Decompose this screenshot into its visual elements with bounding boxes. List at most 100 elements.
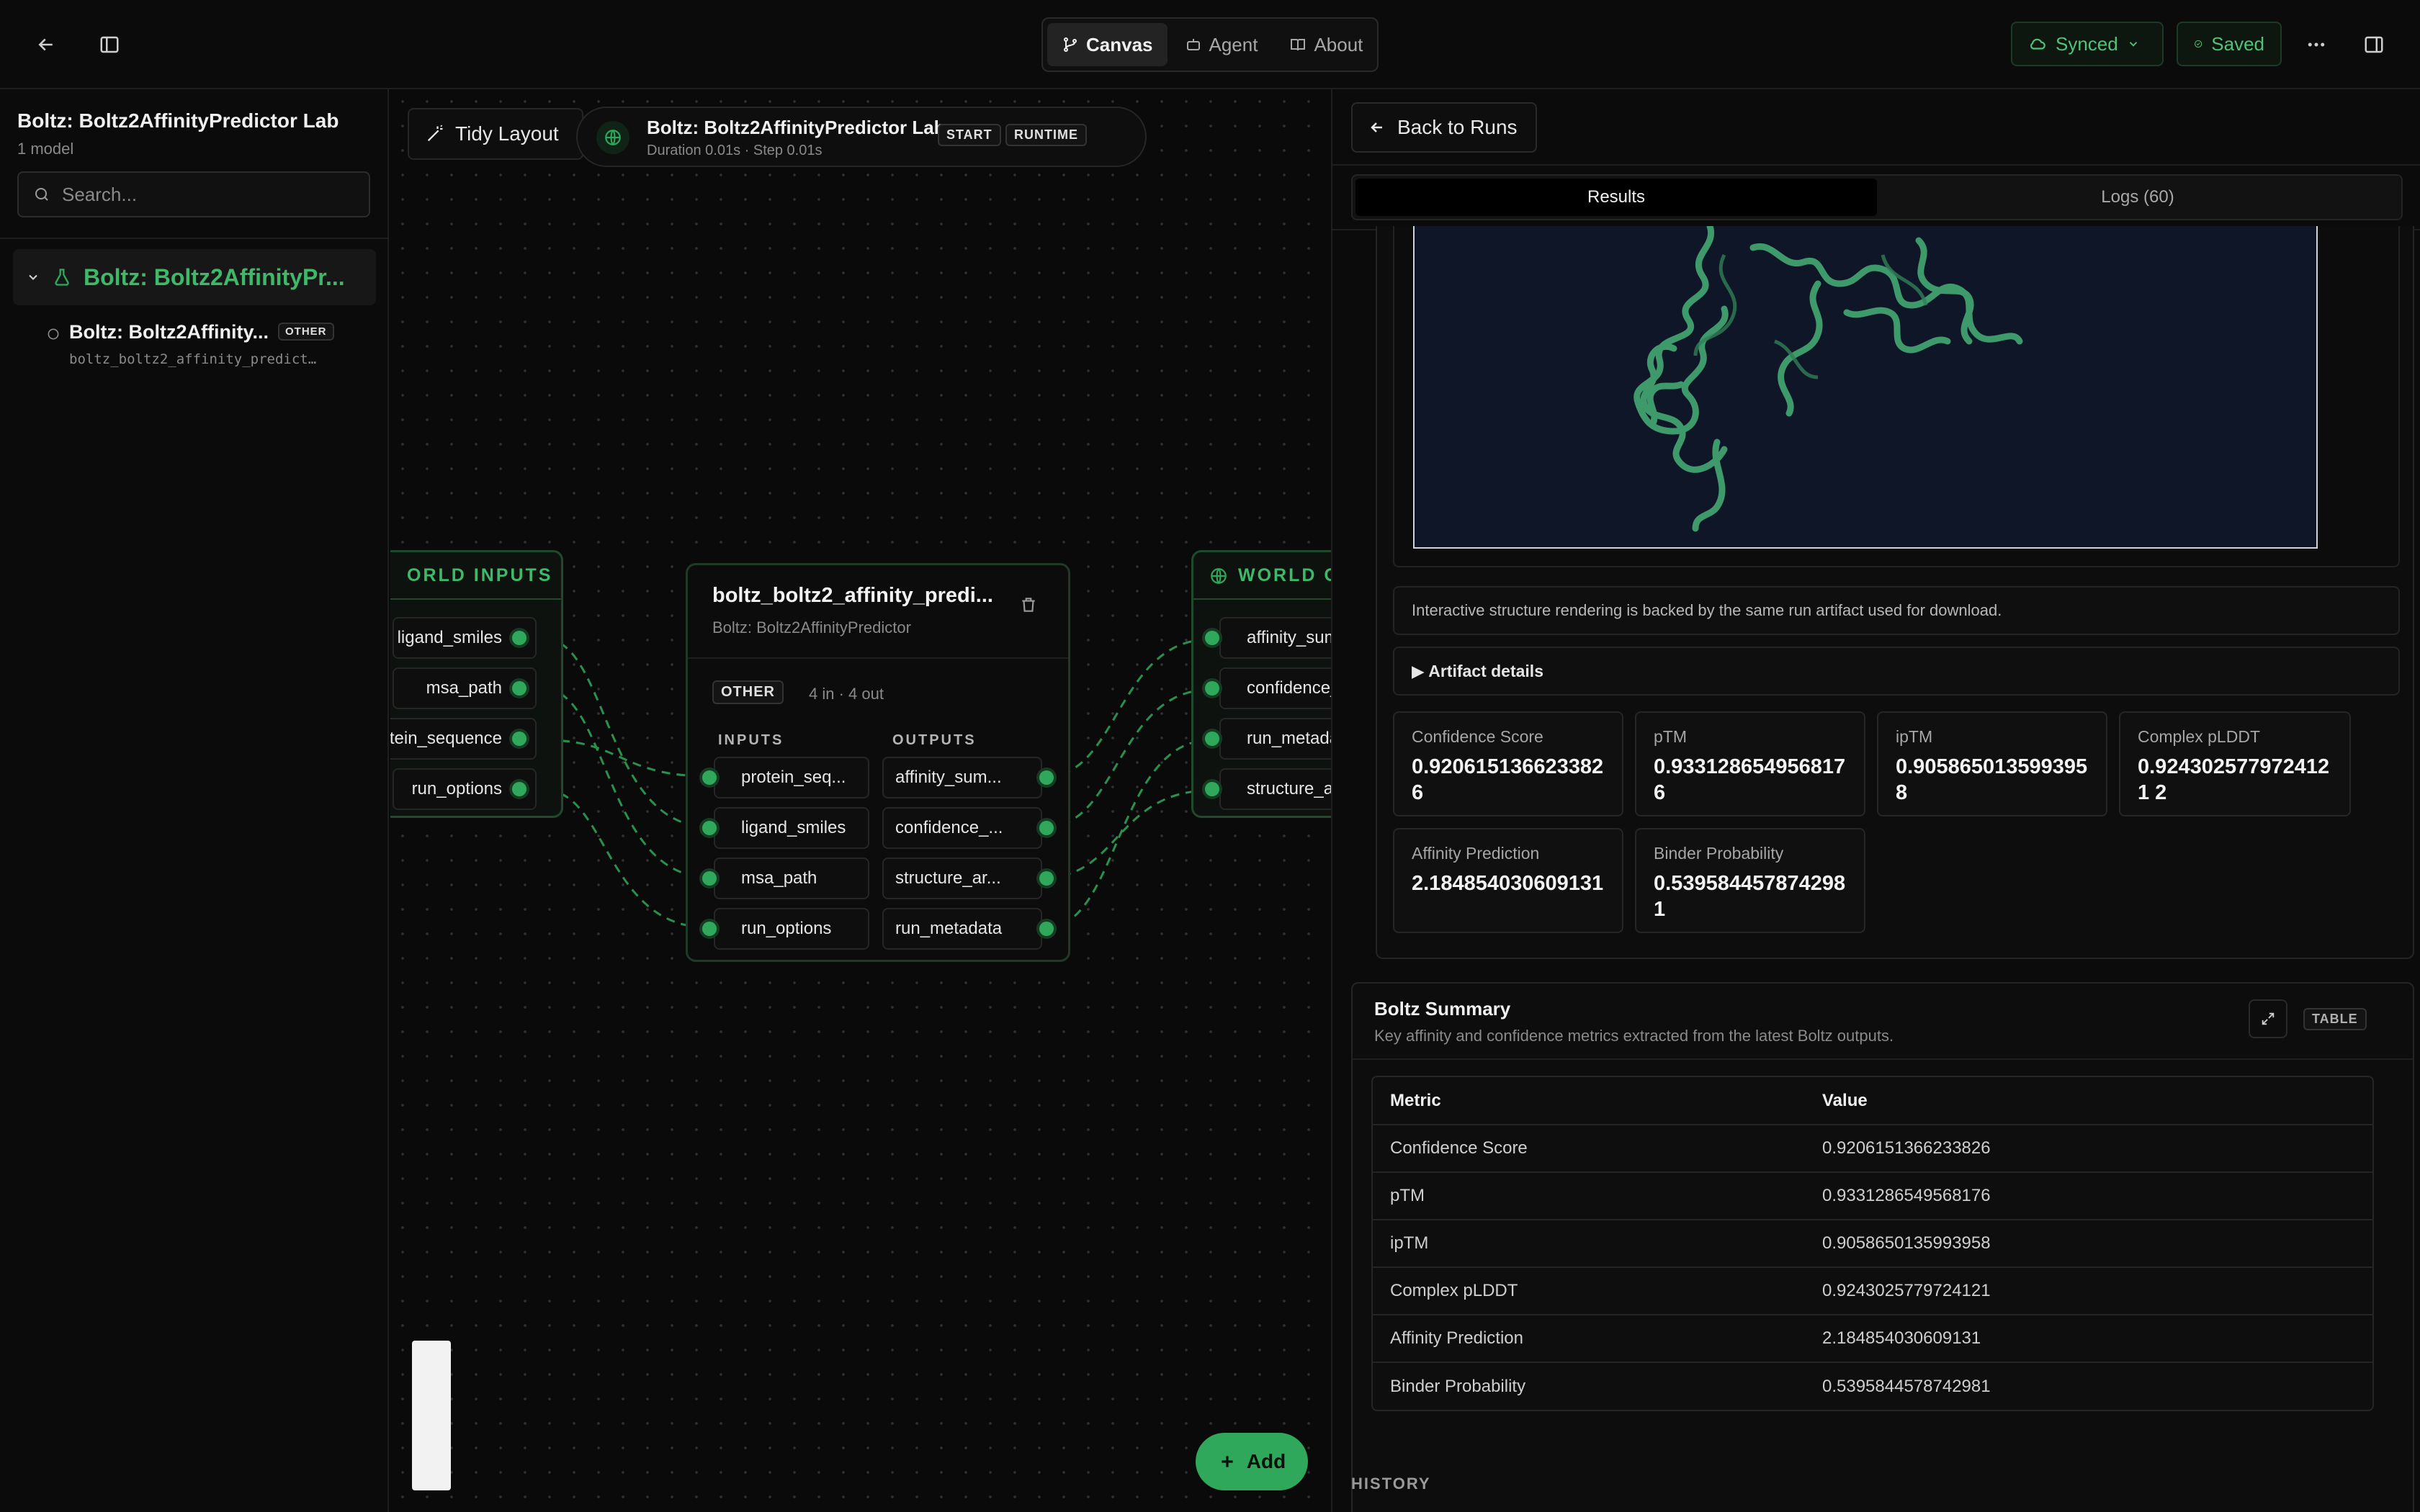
workflow-canvas[interactable]: Tidy Layout Boltz: Boltz2AffinityPredict… <box>390 89 1331 1512</box>
model-output-port[interactable]: structure_ar... <box>882 858 1042 899</box>
add-node-button[interactable]: Add <box>1196 1433 1308 1490</box>
model-input-port[interactable]: protein_seq... <box>714 757 869 798</box>
metric-value: 0.9331286549568176 <box>1654 755 1846 804</box>
tab-about-label: About <box>1314 33 1363 55</box>
model-input-port[interactable]: ligand_smiles <box>714 807 869 849</box>
metric-cell: Binder Probability <box>1373 1362 1805 1410</box>
artifact-details-toggle[interactable]: ▶ Artifact details <box>1393 647 2400 696</box>
tab-canvas[interactable]: Canvas <box>1047 23 1168 66</box>
world-inputs-node[interactable]: ORLD INPUTS ligand_smiles msa_path otein… <box>390 550 563 818</box>
add-node-label: Add <box>1246 1450 1286 1472</box>
toggle-right-panel-button[interactable] <box>2352 23 2396 66</box>
chevron-down-icon <box>29 274 37 280</box>
model-input-port[interactable]: run_options <box>714 908 869 950</box>
world-output-port[interactable]: structure_a <box>1219 768 1331 810</box>
port-handle[interactable] <box>512 732 526 746</box>
port-handle[interactable] <box>702 871 717 886</box>
port-handle[interactable] <box>1205 732 1219 746</box>
sidebar-title: Boltz: Boltz2AffinityPredictor Lab <box>17 109 339 132</box>
summary-subtitle: Key affinity and confidence metrics extr… <box>1374 1027 1894 1045</box>
port-handle[interactable] <box>512 681 526 696</box>
port-handle[interactable] <box>1039 821 1054 835</box>
back-arrow-button[interactable] <box>24 23 68 66</box>
sidebar-divider <box>0 238 389 239</box>
structure-viewer[interactable] <box>1413 222 2318 549</box>
tidy-layout-button[interactable]: Tidy Layout <box>408 108 583 160</box>
run-runtime-badge: RUNTIME <box>1005 124 1087 146</box>
table-header-row: Metric Value <box>1373 1077 2372 1125</box>
port-label: ligand_smiles <box>397 628 502 647</box>
sync-status-dropdown[interactable]: Synced <box>2011 22 2164 66</box>
arrow-left-icon <box>38 38 53 51</box>
panel-divider <box>1332 164 2420 166</box>
plus-icon <box>1222 1456 1233 1467</box>
metric-cell: ipTM <box>1373 1219 1805 1267</box>
value-cell: 0.9331286549568176 <box>1805 1171 2372 1220</box>
summary-type-badge: TABLE <box>2303 1008 2367 1030</box>
back-to-runs-button[interactable]: Back to Runs <box>1351 102 1537 153</box>
more-menu-button[interactable] <box>2295 23 2338 66</box>
saved-status-button[interactable]: Saved <box>2177 22 2282 66</box>
tab-about[interactable]: About <box>1275 23 1377 66</box>
port-label: msa_path <box>426 678 502 698</box>
column-header: Value <box>1822 1090 1868 1110</box>
search-input[interactable] <box>62 183 350 206</box>
tab-canvas-label: Canvas <box>1086 33 1153 55</box>
model-output-port[interactable]: affinity_sum... <box>882 757 1042 798</box>
inputs-section-label: INPUTS <box>718 732 784 748</box>
port-handle[interactable] <box>1205 681 1219 696</box>
model-group[interactable]: Boltz: Boltz2AffinityPr... <box>13 249 376 305</box>
model-list-item[interactable]: Boltz: Boltz2Affinity... OTHER boltz_bol… <box>43 317 375 374</box>
port-handle[interactable] <box>512 631 526 645</box>
port-handle[interactable] <box>1039 770 1054 785</box>
port-handle[interactable] <box>1205 631 1219 645</box>
canvas-controls[interactable] <box>412 1341 451 1490</box>
port-handle[interactable] <box>702 922 717 936</box>
world-output-port[interactable]: confidence_ <box>1219 667 1331 709</box>
check-circle-icon <box>2195 40 2202 48</box>
trash-icon[interactable] <box>1019 595 1038 614</box>
metric-value: 2.184854030609131 <box>1412 872 1604 895</box>
port-label: run_metada <box>1247 729 1331 748</box>
sidebar-search <box>17 171 370 217</box>
port-handle[interactable] <box>1039 922 1054 936</box>
value-cell: 0.5395844578742981 <box>1805 1362 2372 1410</box>
viewer-note: Interactive structure rendering is backe… <box>1393 586 2400 635</box>
value-cell: 0.9058650135993958 <box>1805 1219 2372 1267</box>
port-handle[interactable] <box>702 770 717 785</box>
edge-structure <box>1047 789 1211 878</box>
toggle-sidebar-button[interactable] <box>88 23 131 66</box>
more-horizontal-icon <box>2308 42 2325 47</box>
port-handle[interactable] <box>512 782 526 796</box>
sidebar-icon <box>100 36 119 53</box>
table-row: ipTM 0.9058650135993958 <box>1373 1219 2372 1267</box>
model-output-port[interactable]: run_metadata <box>882 908 1042 950</box>
port-handle[interactable] <box>1039 871 1054 886</box>
port-handle[interactable] <box>1205 782 1219 796</box>
tidy-layout-label: Tidy Layout <box>455 122 559 145</box>
model-node[interactable]: boltz_boltz2_affinity_predi... Boltz: Bo… <box>686 563 1070 962</box>
metric-card: ipTM 0.9058650135993958 <box>1877 711 2107 816</box>
model-input-port[interactable]: msa_path <box>714 858 869 899</box>
model-output-port[interactable]: confidence_... <box>882 807 1042 849</box>
structure-card: Interactive structure rendering is backe… <box>1376 222 2414 959</box>
model-node-divider <box>688 657 1068 659</box>
metric-card: pTM 0.9331286549568176 <box>1635 711 1865 816</box>
expand-icon <box>2262 1012 2275 1025</box>
metric-label: Confidence Score <box>1412 727 1543 746</box>
tab-logs[interactable]: Logs (60) <box>1877 179 2398 216</box>
world-output-port[interactable]: affinity_sum <box>1219 617 1331 659</box>
top-bar: Canvas Agent About Synced Saved <box>0 0 2420 89</box>
edge-protein <box>545 739 708 778</box>
world-outputs-node[interactable]: WORLD O affinity_sum confidence_ run_met… <box>1191 550 1331 818</box>
metric-label: Complex pLDDT <box>2138 727 2260 746</box>
tab-results[interactable]: Results <box>1355 179 1877 216</box>
sync-status-label: Synced <box>2056 32 2118 55</box>
model-node-badge: OTHER <box>712 680 784 704</box>
tab-agent[interactable]: Agent <box>1170 23 1273 66</box>
world-output-port[interactable]: run_metada <box>1219 718 1331 760</box>
port-handle[interactable] <box>702 821 717 835</box>
expand-button[interactable] <box>2249 999 2287 1038</box>
globe-icon <box>1211 568 1227 584</box>
arrow-left-icon <box>1371 122 1382 132</box>
